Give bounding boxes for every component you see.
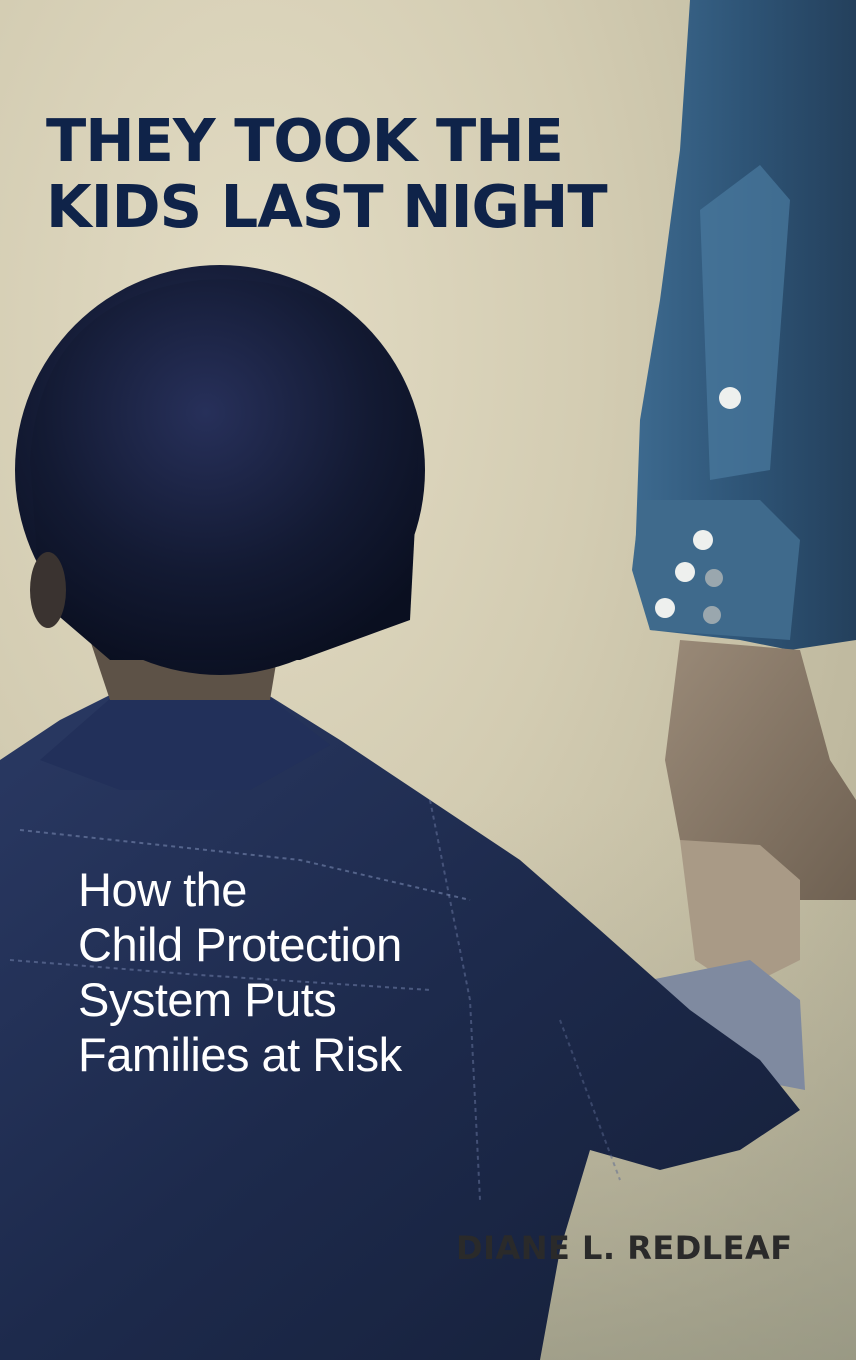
book-cover: THEY TOOK THE KIDS LAST NIGHT How the Ch… bbox=[0, 0, 856, 1360]
subtitle-line-2: Child Protection bbox=[78, 918, 402, 971]
book-title: THEY TOOK THE KIDS LAST NIGHT bbox=[46, 108, 666, 240]
subtitle-line-4: Families at Risk bbox=[78, 1028, 402, 1081]
subtitle-line-3: System Puts bbox=[78, 973, 337, 1026]
title-line-2: KIDS LAST NIGHT bbox=[46, 172, 608, 241]
author-name: DIANE L. REDLEAF bbox=[456, 1229, 793, 1267]
title-line-1: THEY TOOK THE bbox=[46, 106, 564, 175]
subtitle-line-1: How the bbox=[78, 863, 247, 916]
book-subtitle: How the Child Protection System Puts Fam… bbox=[78, 862, 538, 1082]
